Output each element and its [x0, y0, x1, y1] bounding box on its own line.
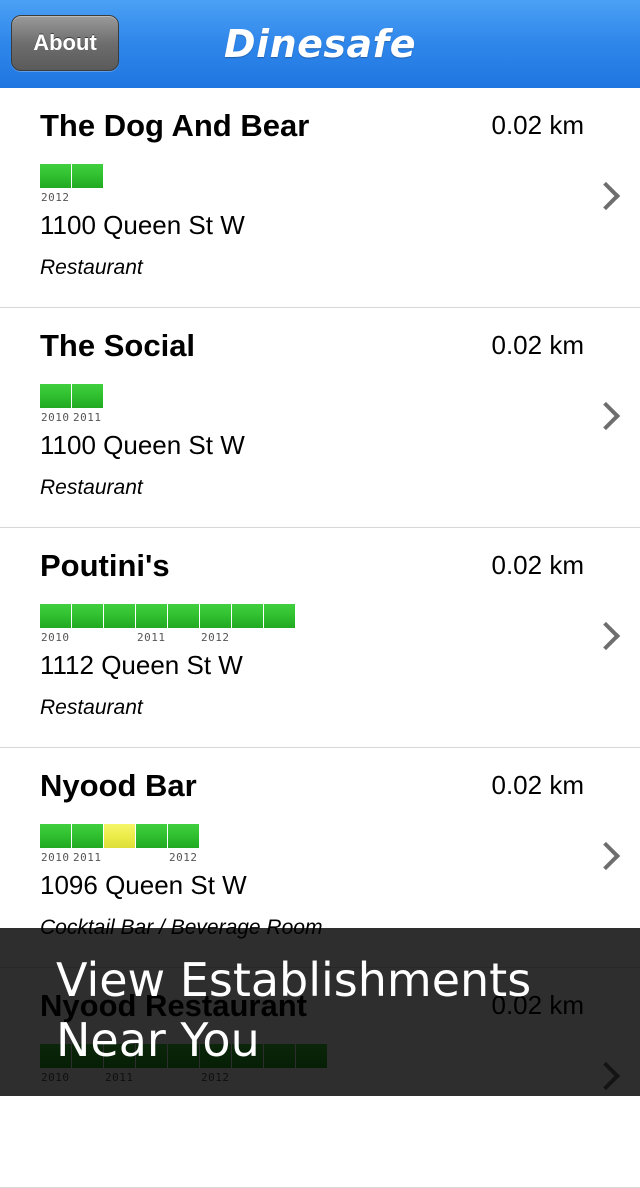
inspection-conditional-segment: [104, 824, 135, 848]
establishment-category: Restaurant: [40, 696, 143, 719]
establishment-row[interactable]: Poutini's 0.02 km 2010 2011 2012 1112 Queen S…: [0, 528, 640, 748]
inspection-history-bar: [40, 384, 104, 408]
establishment-distance: 0.02 km: [491, 550, 585, 580]
establishment-address: 1100 Queen St W: [40, 430, 245, 460]
inspection-year-label: 2011: [73, 411, 102, 424]
establishment-distance: 0.02 km: [491, 770, 585, 800]
inspection-pass-segment: [200, 604, 231, 628]
inspection-year-label: 2011: [137, 631, 166, 644]
establishment-address: 1100 Queen St W: [40, 210, 245, 240]
inspection-pass-segment: [168, 604, 199, 628]
inspection-years: 2010 2011 2012: [40, 631, 340, 645]
inspection-year-label: 2010: [41, 631, 70, 644]
establishment-name: Nyood Bar: [40, 768, 197, 803]
inspection-pass-segment: [136, 824, 167, 848]
inspection-pass-segment: [40, 384, 71, 408]
inspection-pass-segment: [72, 604, 103, 628]
inspection-years: 2010 2011: [40, 411, 340, 425]
inspection-pass-segment: [168, 824, 199, 848]
chevron-right-icon[interactable]: [591, 621, 621, 651]
location-hint-overlay: View Establishments Near You: [0, 928, 640, 1096]
inspection-history-bar: [40, 164, 104, 188]
establishment-row[interactable]: The Social 0.02 km 2010 2011 1100 Queen St W…: [0, 308, 640, 528]
inspection-pass-segment: [136, 604, 167, 628]
chevron-right-icon[interactable]: [591, 841, 621, 871]
establishment-category: Restaurant: [40, 476, 143, 499]
navigation-bar: About Dinesafe: [0, 0, 640, 89]
inspection-history-bar: [40, 604, 296, 628]
inspection-pass-segment: [40, 604, 71, 628]
establishment-name: The Dog And Bear: [40, 108, 310, 143]
overlay-message: View Establishments Near You: [56, 953, 532, 1067]
establishment-name: Poutini's: [40, 548, 170, 583]
establishment-distance: 0.02 km: [491, 110, 585, 140]
inspection-year-label: 2011: [73, 851, 102, 864]
establishment-name: The Social: [40, 328, 196, 363]
establishment-distance: 0.02 km: [491, 330, 585, 360]
establishment-address: 1112 Queen St W: [40, 650, 243, 680]
inspection-pass-segment: [40, 824, 71, 848]
inspection-pass-segment: [232, 604, 263, 628]
inspection-pass-segment: [72, 824, 103, 848]
app-title: Dinesafe: [224, 22, 416, 66]
inspection-years: 2012: [40, 191, 340, 205]
chevron-right-icon[interactable]: [591, 181, 621, 211]
inspection-year-label: 2012: [41, 191, 70, 204]
inspection-pass-segment: [104, 604, 135, 628]
inspection-year-label: 2012: [169, 851, 198, 864]
establishment-address: 1096 Queen St W: [40, 870, 247, 900]
inspection-history-bar: [40, 824, 200, 848]
inspection-year-label: 2010: [41, 851, 70, 864]
inspection-pass-segment: [72, 384, 103, 408]
establishment-category: Restaurant: [40, 256, 143, 279]
chevron-right-icon[interactable]: [591, 401, 621, 431]
inspection-year-label: 2012: [201, 631, 230, 644]
inspection-pass-segment: [72, 164, 103, 188]
inspection-years: 20102011 2012: [40, 851, 340, 865]
establishment-row[interactable]: The Dog And Bear 0.02 km 2012 1100 Queen St…: [0, 88, 640, 308]
inspection-pass-segment: [264, 604, 295, 628]
inspection-pass-segment: [40, 164, 71, 188]
inspection-year-label: 2010: [41, 411, 70, 424]
